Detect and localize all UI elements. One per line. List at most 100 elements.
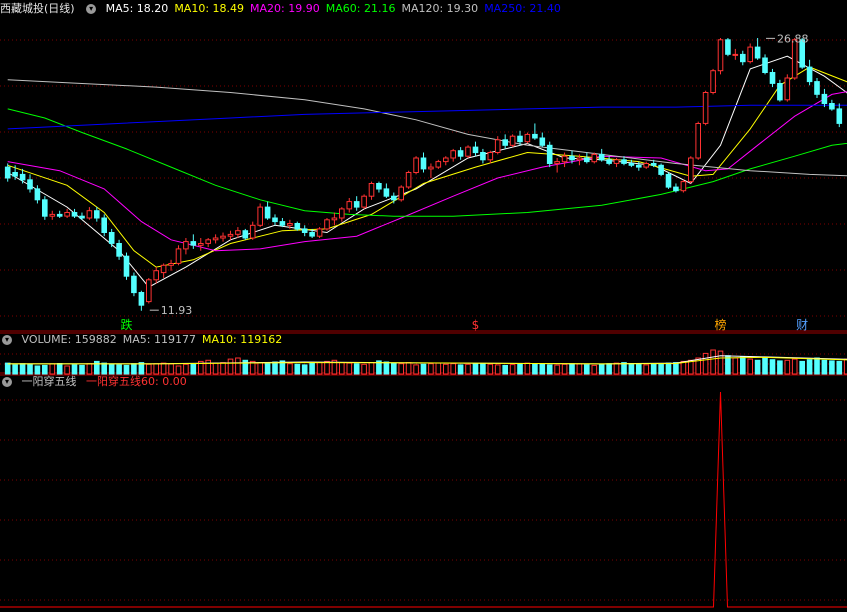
candle-body [198,243,204,246]
volume-bar [665,362,672,375]
candle-body [249,224,256,239]
candle-body [27,179,33,190]
price-chart[interactable]: 11.93 26.88 跌 $ 榜 财 [4,32,847,332]
candle [227,230,234,240]
candle-body [457,150,464,157]
candle [428,163,434,178]
volume-bar [465,363,471,375]
candle-body [591,153,598,163]
candle-body [791,39,798,79]
indicator-line [0,391,847,608]
price-annotation: 26.88 [777,32,809,45]
volume-bar [361,363,367,375]
candle-body [695,123,702,159]
candle [168,259,174,271]
volume-label: MA5: 119177 [122,333,196,346]
volume-chart[interactable] [4,349,847,375]
candle [183,238,189,255]
volume-bar [19,363,26,375]
volume-bar [64,365,70,375]
stock-title: 西藏城投(日线) [0,2,75,15]
candle [546,141,553,168]
indicator-chart[interactable] [0,391,847,608]
candle-body [569,155,575,161]
candle [71,208,78,218]
candle-body [621,159,627,164]
volume-bar [524,362,531,375]
chevron-down-icon[interactable]: ▾ [2,335,12,345]
candle [153,267,159,284]
chevron-down-icon[interactable]: ▾ [2,377,12,387]
candle-body [576,157,583,161]
candle-body [665,173,672,188]
volume-bar [12,364,18,375]
volume-bar [131,363,137,375]
event-marker: 榜 [714,317,726,332]
volume-bar [235,357,241,375]
volume-bar [413,364,419,375]
candle-body [762,57,768,73]
volume-bar [368,362,375,375]
volume-bar [287,363,293,375]
volume-bar [532,363,538,375]
volume-bar [294,363,301,375]
candle-body [101,217,108,233]
volume-bar [680,360,687,375]
event-marker: $ [472,318,480,332]
indicator-value: 一阳穿五线60: 0.00 [86,375,187,388]
volume-bar [301,364,308,375]
candle-body [264,206,271,219]
chevron-down-icon[interactable]: ▾ [86,4,97,14]
candle [636,161,642,171]
volume-bar [569,363,575,375]
candle-body [220,235,226,239]
candle-body [79,215,85,219]
candle [465,145,471,158]
candle [49,210,56,220]
volume-bar [86,363,93,375]
volume-bar [591,364,598,375]
candle [398,185,404,202]
volume-bar [160,362,167,375]
volume-bar [4,362,11,375]
chart-stage: 11.93 26.88 跌 $ 榜 财 [0,32,847,608]
candle-body [650,163,657,166]
candle-body [688,157,694,183]
volume-bar [71,364,78,375]
candle-body [725,39,731,55]
candle-body [554,161,560,164]
event-marker: 跌 [121,317,133,332]
volume-bar [494,364,501,375]
event-marker: 财 [796,318,808,332]
candle-body [279,221,286,226]
ma-line-ma10 [7,66,847,268]
candle [212,234,219,244]
candle [146,278,152,304]
candle [517,130,523,146]
candle-body [509,135,516,146]
candle-body [309,232,315,237]
candle [123,252,130,280]
candle-body [532,133,538,139]
candle-body [116,243,122,257]
candle-body [702,92,709,124]
volume-bar [190,363,197,375]
candle [829,99,835,111]
candle-body [598,153,605,161]
candle-body [754,46,761,59]
candle [420,152,427,173]
candle [665,172,672,189]
volume-bar [784,359,791,375]
candle-body [175,248,182,264]
candle-body [435,161,442,168]
candle [740,50,746,66]
volume-bar [457,364,464,375]
ma-label: MA10: 18.49 [174,2,245,15]
candle [806,59,813,86]
volume-bar [754,359,761,375]
candle-body [4,166,11,179]
candle-body [94,210,100,219]
candle [294,221,301,231]
ma-line-ma5 [7,55,847,288]
volume-bar [554,364,560,375]
